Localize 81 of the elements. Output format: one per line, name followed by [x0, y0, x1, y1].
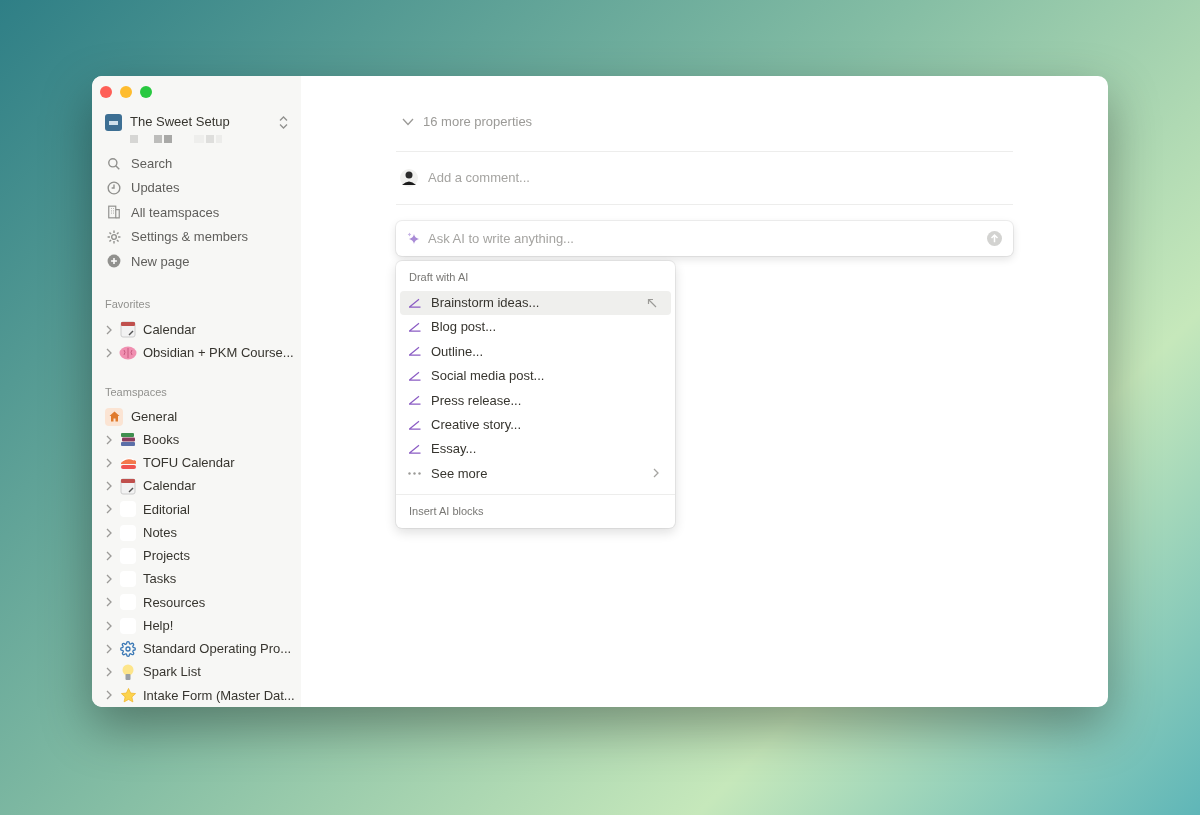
chevron-right-icon[interactable] [105, 690, 113, 701]
chevron-right-icon[interactable] [105, 458, 113, 468]
menu-item[interactable]: Blog post... [400, 314, 671, 340]
pen-angle-icon [408, 395, 421, 406]
chevron-right-icon[interactable] [105, 620, 113, 631]
books-icon [120, 432, 136, 448]
sidebar-item[interactable]: Tasks [92, 567, 301, 591]
sidebar-item[interactable]: Obsidian + PKM Course... [92, 341, 301, 365]
menu-item[interactable]: Press release... [400, 388, 671, 413]
pen-angle-icon [408, 297, 421, 308]
chevron-right-icon[interactable] [105, 643, 113, 654]
menu-item[interactable]: See more [400, 461, 671, 486]
menu-item[interactable]: Social media post... [400, 363, 671, 389]
building-icon [107, 205, 121, 220]
light-bulb-icon [122, 663, 134, 681]
house-icon [105, 407, 123, 426]
sidebar-item[interactable]: TOFU Calendar [92, 451, 301, 475]
workspace-name[interactable]: The Sweet Setup [130, 112, 230, 132]
sidebar-item[interactable]: Help! [92, 614, 301, 638]
chevron-right-icon[interactable] [105, 667, 113, 678]
zoom-window-button[interactable] [140, 86, 152, 98]
menu-item[interactable]: Outline... [400, 339, 671, 364]
chevron-right-icon[interactable] [105, 527, 113, 538]
sidebar-item[interactable]: Editorial [92, 497, 301, 522]
close-window-button[interactable] [100, 86, 112, 98]
menu-section-heading: Insert AI blocks [408, 503, 485, 519]
calendar-icon [120, 477, 136, 495]
ai-prompt-field[interactable]: Ask AI to write anything... [428, 228, 979, 249]
pen-angle-icon [408, 322, 421, 333]
sidebar-nav-item[interactable]: Search [92, 151, 301, 176]
chevron-down-icon [402, 118, 414, 126]
pen-angle-icon [408, 419, 421, 430]
avatar-icon [400, 169, 418, 187]
sidebar-item[interactable]: Standard Operating Pro... [92, 637, 301, 661]
sidebar-nav-item[interactable]: New page [92, 249, 301, 274]
sidebar-nav-item[interactable]: All teamspaces [92, 200, 301, 225]
pen-angle-icon [408, 346, 421, 357]
workspace-logo-icon [105, 114, 122, 131]
chevron-right-icon[interactable] [105, 574, 113, 585]
chevron-right-icon[interactable] [105, 347, 113, 358]
sidebar-item[interactable]: Resources [92, 590, 301, 615]
gear-icon [120, 640, 136, 657]
sidebar-item[interactable]: Projects [92, 544, 301, 568]
menu-item[interactable]: Creative story... [400, 412, 671, 437]
menu-item[interactable]: Essay... [400, 436, 671, 462]
chevron-right-icon[interactable] [105, 550, 113, 561]
sidebar-item[interactable]: Calendar [92, 474, 301, 498]
minimize-window-button[interactable] [120, 86, 132, 98]
chevron-right-icon[interactable] [105, 504, 113, 515]
sidebar-item[interactable]: General [92, 404, 301, 429]
search-icon [107, 156, 121, 171]
sidebar-item[interactable]: Books [92, 428, 301, 452]
chevron-right-icon[interactable] [105, 324, 113, 335]
chevron-right-icon[interactable] [105, 434, 113, 445]
pen-angle-icon [408, 444, 421, 455]
sidebar-nav-item[interactable]: Updates [92, 175, 301, 201]
gear-icon [107, 229, 121, 244]
sidebar-item[interactable]: Notes [92, 521, 301, 545]
sidebar-item[interactable]: Intake Form (Master Dat... [92, 683, 301, 707]
more-dots-icon [408, 471, 421, 475]
section-heading: Teamspaces [104, 385, 168, 401]
menu-section-heading: Draft with AI [408, 270, 470, 285]
sushi-icon [119, 455, 137, 471]
menu-item[interactable]: Brainstorm ideas... [400, 290, 671, 315]
chevron-right-icon [653, 468, 659, 479]
calendar-icon [120, 321, 136, 339]
brain-icon [119, 345, 137, 360]
send-arrow-icon[interactable] [987, 231, 1002, 246]
clock-icon [107, 181, 121, 196]
pen-angle-icon [408, 370, 421, 381]
return-arrow-icon [647, 297, 657, 308]
switcher-icon[interactable] [279, 116, 288, 129]
sidebar-nav-item[interactable]: Settings & members [92, 224, 301, 250]
sidebar-item[interactable]: Calendar [92, 317, 301, 342]
section-heading: Favorites [104, 297, 152, 313]
sidebar-item[interactable]: Spark List [92, 660, 301, 684]
chevron-right-icon[interactable] [105, 597, 113, 608]
star-icon [119, 686, 137, 704]
chevron-right-icon[interactable] [105, 481, 113, 492]
comment-field[interactable]: Add a comment... [428, 168, 1009, 188]
plus-circle-icon [107, 254, 121, 269]
